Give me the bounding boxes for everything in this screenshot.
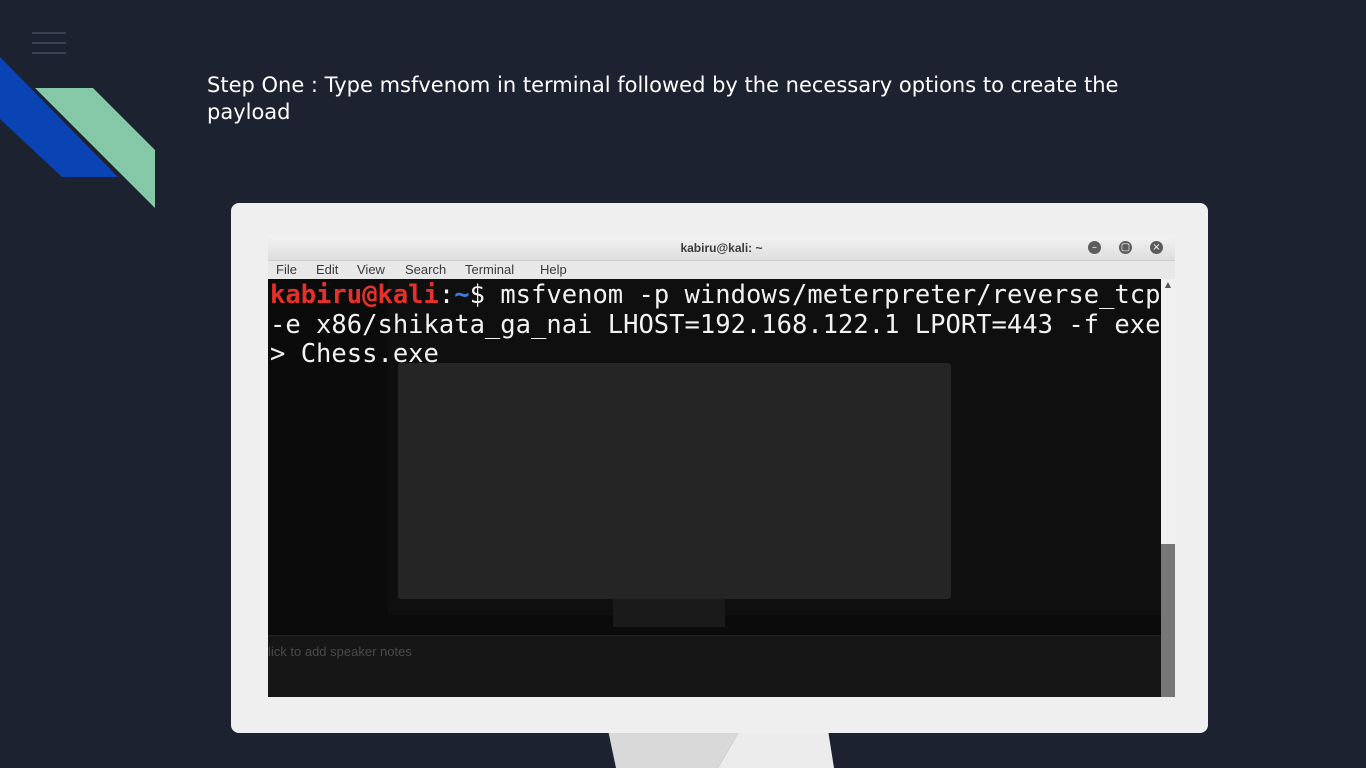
background-stand-reflection — [613, 599, 725, 627]
menu-file[interactable]: File — [276, 262, 297, 277]
menu-view[interactable]: View — [357, 262, 385, 277]
menu-bar-line — [32, 42, 66, 44]
decorative-corner-shapes — [0, 57, 155, 208]
menu-help[interactable]: Help — [540, 262, 567, 277]
terminal-scrollbar[interactable]: ▲ — [1161, 279, 1175, 697]
prompt-separator: : — [438, 280, 455, 310]
terminal-menubar: File Edit View Search Terminal Help — [268, 261, 1175, 279]
scroll-up-arrow-icon[interactable]: ▲ — [1163, 280, 1173, 290]
scrollbar-thumb[interactable] — [1161, 544, 1175, 697]
menu-terminal[interactable]: Terminal — [465, 262, 514, 277]
menu-bar-line — [32, 52, 66, 54]
hamburger-menu-icon[interactable] — [32, 32, 66, 56]
window-title: kabiru@kali: ~ — [680, 241, 763, 255]
terminal-titlebar[interactable]: kabiru@kali: ~ – ▢ × — [268, 235, 1175, 261]
maximize-icon[interactable]: ▢ — [1119, 241, 1132, 254]
command-line: kabiru@kali:~$ msfvenom -p windows/meter… — [270, 280, 1161, 370]
prompt-symbol: $ — [469, 280, 501, 310]
menu-search[interactable]: Search — [405, 262, 446, 277]
terminal-output[interactable]: lick to add speaker notes kabiru@kali:~$… — [268, 279, 1161, 697]
background-speaker-notes: lick to add speaker notes — [268, 635, 1161, 697]
menu-edit[interactable]: Edit — [316, 262, 338, 277]
slide-title: Step One : Type msfvenom in terminal fol… — [207, 73, 1119, 124]
background-monitor-reflection — [398, 363, 951, 599]
prompt-path: ~ — [454, 280, 470, 310]
speaker-notes-placeholder: lick to add speaker notes — [268, 644, 412, 659]
minimize-icon[interactable]: – — [1088, 241, 1101, 254]
monitor-stand — [608, 730, 834, 768]
menu-bar-line — [32, 32, 66, 34]
stand-left-shape — [608, 730, 740, 768]
prompt-user: kabiru@kali — [270, 280, 439, 310]
terminal-window[interactable]: kabiru@kali: ~ – ▢ × File Edit View Sear… — [268, 235, 1175, 697]
close-icon[interactable]: × — [1150, 241, 1163, 254]
